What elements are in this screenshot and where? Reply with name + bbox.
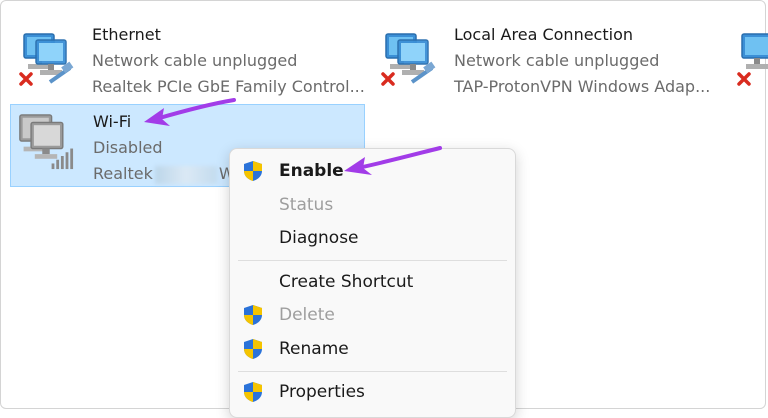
menu-item-create-shortcut[interactable]: Create Shortcut — [230, 265, 515, 299]
network-adapter-unplugged-icon — [381, 33, 436, 86]
connection-ethernet[interactable]: Ethernet Network cable unplugged Realtek… — [10, 16, 370, 96]
menu-separator — [238, 371, 507, 372]
uac-shield-icon — [244, 161, 262, 181]
menu-item-status[interactable]: Status — [230, 188, 515, 222]
context-menu: Enable Status Diagnose Create Shortcut D… — [229, 148, 516, 418]
connection-status: Disabled — [93, 138, 163, 157]
connection-partial[interactable] — [736, 16, 768, 96]
menu-item-diagnose[interactable]: Diagnose — [230, 221, 515, 255]
network-adapter-unplugged-icon — [19, 33, 74, 86]
adapter-prefix: Realtek — [93, 164, 153, 183]
menu-item-properties[interactable]: Properties — [230, 375, 515, 409]
menu-item-label: Enable — [279, 161, 344, 181]
uac-shield-icon — [244, 305, 262, 325]
menu-item-label: Create Shortcut — [279, 272, 414, 292]
menu-item-label: Properties — [279, 382, 365, 402]
menu-separator — [238, 260, 507, 261]
menu-item-label: Diagnose — [279, 228, 359, 248]
uac-shield-icon — [244, 339, 262, 359]
menu-item-delete[interactable]: Delete — [230, 298, 515, 332]
connection-name: Ethernet — [92, 25, 161, 44]
network-adapter-unplugged-icon — [737, 33, 768, 86]
wifi-adapter-disabled-icon — [19, 114, 74, 170]
connection-local-area[interactable]: Local Area Connection Network cable unpl… — [372, 16, 732, 96]
menu-item-rename[interactable]: Rename — [230, 332, 515, 366]
connection-status: Network cable unplugged — [454, 51, 660, 70]
connection-adapter: Realtek PCIe GbE Family Control... — [92, 77, 365, 96]
menu-item-label: Delete — [279, 305, 335, 325]
menu-item-label: Status — [279, 195, 334, 215]
menu-item-label: Rename — [279, 339, 349, 359]
connection-adapter: TAP-ProtonVPN Windows Adap... — [454, 77, 711, 96]
uac-shield-icon — [244, 382, 262, 402]
connection-name: Local Area Connection — [454, 25, 633, 44]
connection-name: Wi-Fi — [93, 112, 132, 131]
redacted-blur — [154, 165, 217, 184]
connection-status: Network cable unplugged — [92, 51, 298, 70]
menu-item-enable[interactable]: Enable — [230, 154, 515, 188]
connection-adapter: Realtek W — [93, 161, 235, 187]
